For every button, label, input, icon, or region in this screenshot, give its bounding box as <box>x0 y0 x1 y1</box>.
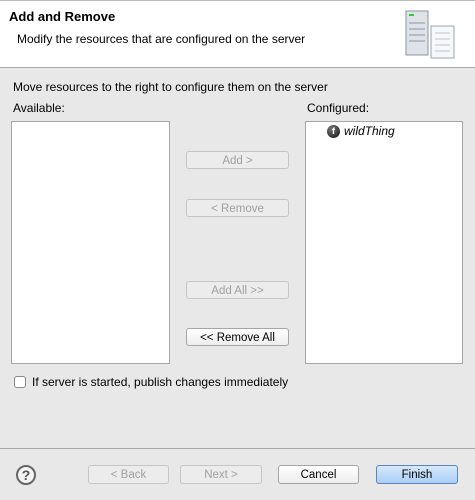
wizard-header: Add and Remove Modify the resources that… <box>0 0 475 68</box>
configured-label: Configured: <box>307 101 370 115</box>
footer-divider <box>0 448 475 449</box>
publish-checkbox[interactable] <box>14 376 26 388</box>
list-item-label: wildThing <box>344 124 395 138</box>
list-item[interactable]: f wildThing <box>327 124 395 138</box>
remove-button[interactable]: < Remove <box>186 199 289 217</box>
publish-option[interactable]: If server is started, publish changes im… <box>14 375 288 389</box>
back-button[interactable]: < Back <box>88 465 169 484</box>
cancel-button[interactable]: Cancel <box>278 465 359 484</box>
available-label: Available: <box>13 101 65 115</box>
publish-checkbox-label: If server is started, publish changes im… <box>32 375 289 389</box>
add-all-button[interactable]: Add All >> <box>186 281 289 299</box>
server-icon <box>405 10 455 59</box>
configured-list[interactable]: f wildThing <box>305 121 463 364</box>
help-icon: ? <box>21 467 31 483</box>
add-button[interactable]: Add > <box>186 151 289 169</box>
available-list[interactable] <box>11 121 170 364</box>
help-button[interactable]: ? <box>16 465 36 485</box>
page-title: Add and Remove <box>9 9 116 24</box>
instructions: Move resources to the right to configure… <box>13 80 328 94</box>
page-subtitle: Modify the resources that are configured… <box>17 32 306 46</box>
next-button[interactable]: Next > <box>180 465 262 484</box>
remove-all-button[interactable]: << Remove All <box>186 328 289 346</box>
finish-button[interactable]: Finish <box>376 465 458 484</box>
module-icon: f <box>327 124 340 138</box>
